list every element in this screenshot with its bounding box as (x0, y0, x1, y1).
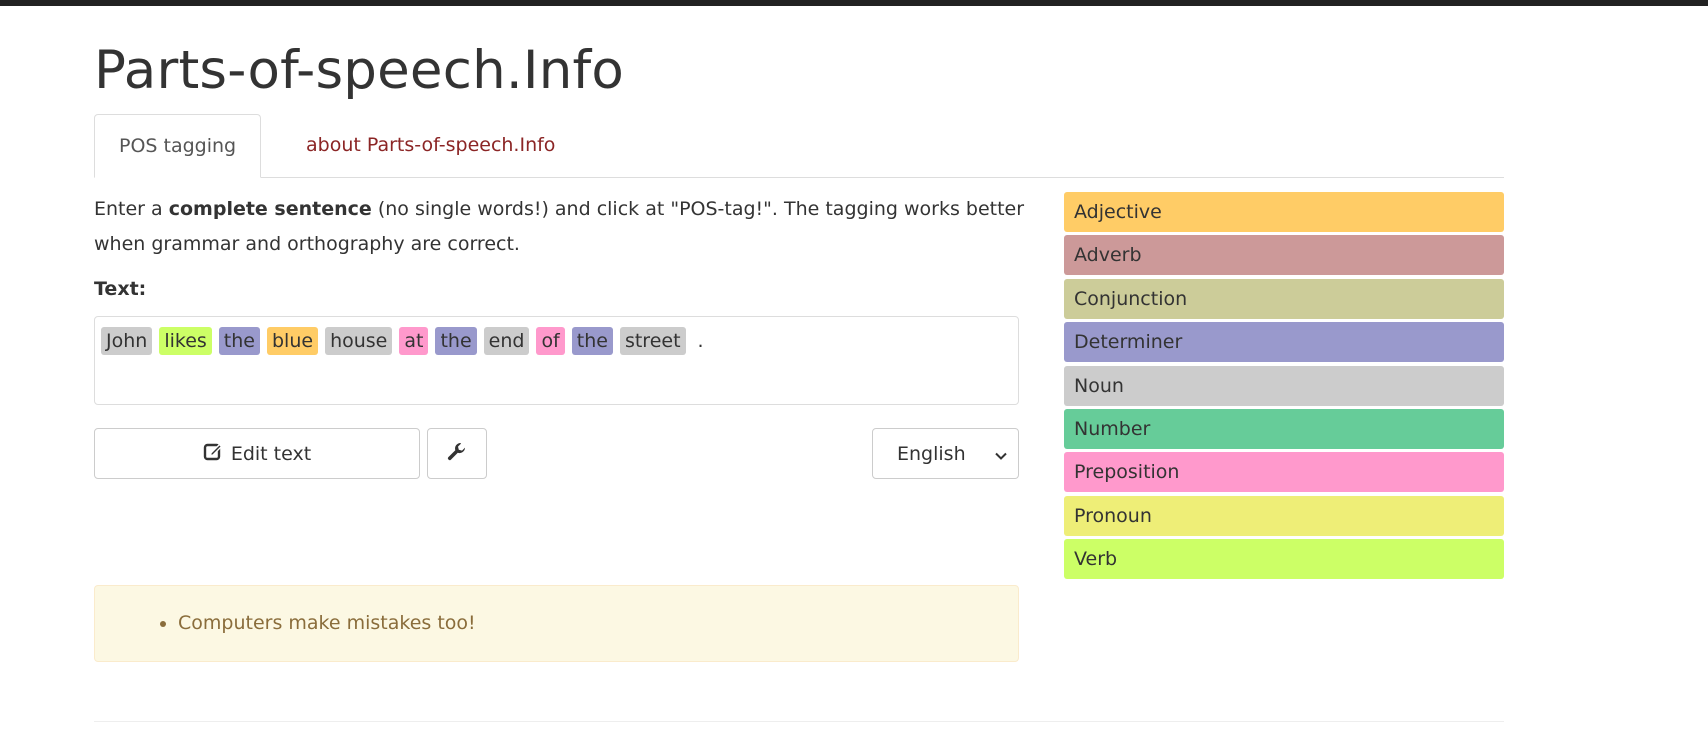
token-noun: John (101, 327, 153, 355)
instructions-bold: complete sentence (168, 198, 372, 220)
tools-button[interactable] (427, 428, 487, 479)
instructions-before: Enter a (94, 198, 169, 220)
legend-item-noun: Noun (1064, 365, 1504, 406)
legend-item-pronoun: Pronoun (1064, 495, 1504, 536)
footer-divider (94, 721, 1504, 722)
token-preposition: of (536, 327, 565, 355)
legend-item-adverb: Adverb (1064, 235, 1504, 276)
site-title: Parts-of-speech.Info (94, 40, 625, 101)
legend-item-adjective: Adjective (1064, 192, 1504, 232)
token-noun: street (619, 327, 686, 355)
text-label: Text: (94, 278, 147, 300)
nav-tabs: POS tagging about Parts-of-speech.Info (94, 114, 1504, 178)
top-bar (0, 0, 1708, 6)
legend-item-conjunction: Conjunction (1064, 278, 1504, 319)
wrench-icon (446, 441, 468, 467)
token-noun: house (325, 327, 393, 355)
token-noun: end (483, 327, 530, 355)
tagged-text-box: John likes the blue house at the end of the street… (94, 316, 1019, 405)
token-determiner: the (435, 327, 477, 355)
legend-item-verb: Verb (1064, 539, 1504, 580)
legend-item-determiner: Determiner (1064, 322, 1504, 363)
instructions-text: Enter a complete sentence (no single wor… (94, 192, 1034, 262)
language-select[interactable]: English (872, 428, 1019, 479)
language-selected: English (897, 442, 966, 465)
token-list: John likes the blue house at the end of the street… (101, 327, 1012, 355)
legend-item-preposition: Preposition (1064, 452, 1504, 493)
tab-pos-tagging[interactable]: POS tagging (94, 114, 262, 178)
alert-item: Computers make mistakes too! (178, 586, 1018, 661)
token-determiner: the (571, 327, 613, 355)
token-adjective: blue (266, 327, 319, 355)
tab-about[interactable]: about Parts-of-speech.Info (282, 114, 579, 177)
token-determiner: the (218, 327, 260, 355)
token-preposition: at (399, 327, 429, 355)
alert-list: Computers make mistakes too! (95, 586, 1018, 661)
warning-alert: Computers make mistakes too! (94, 585, 1019, 662)
edit-icon (203, 441, 223, 466)
pos-legend: Adjective Adverb Conjunction Determiner Noun… (1064, 192, 1504, 583)
token-verb: likes (159, 327, 212, 355)
edit-text-label: Edit text (230, 442, 312, 465)
chevron-down-icon (994, 446, 1008, 468)
edit-text-button[interactable]: Edit text (94, 428, 420, 479)
token-punctuation: . (697, 330, 704, 352)
legend-item-number: Number (1064, 408, 1504, 449)
